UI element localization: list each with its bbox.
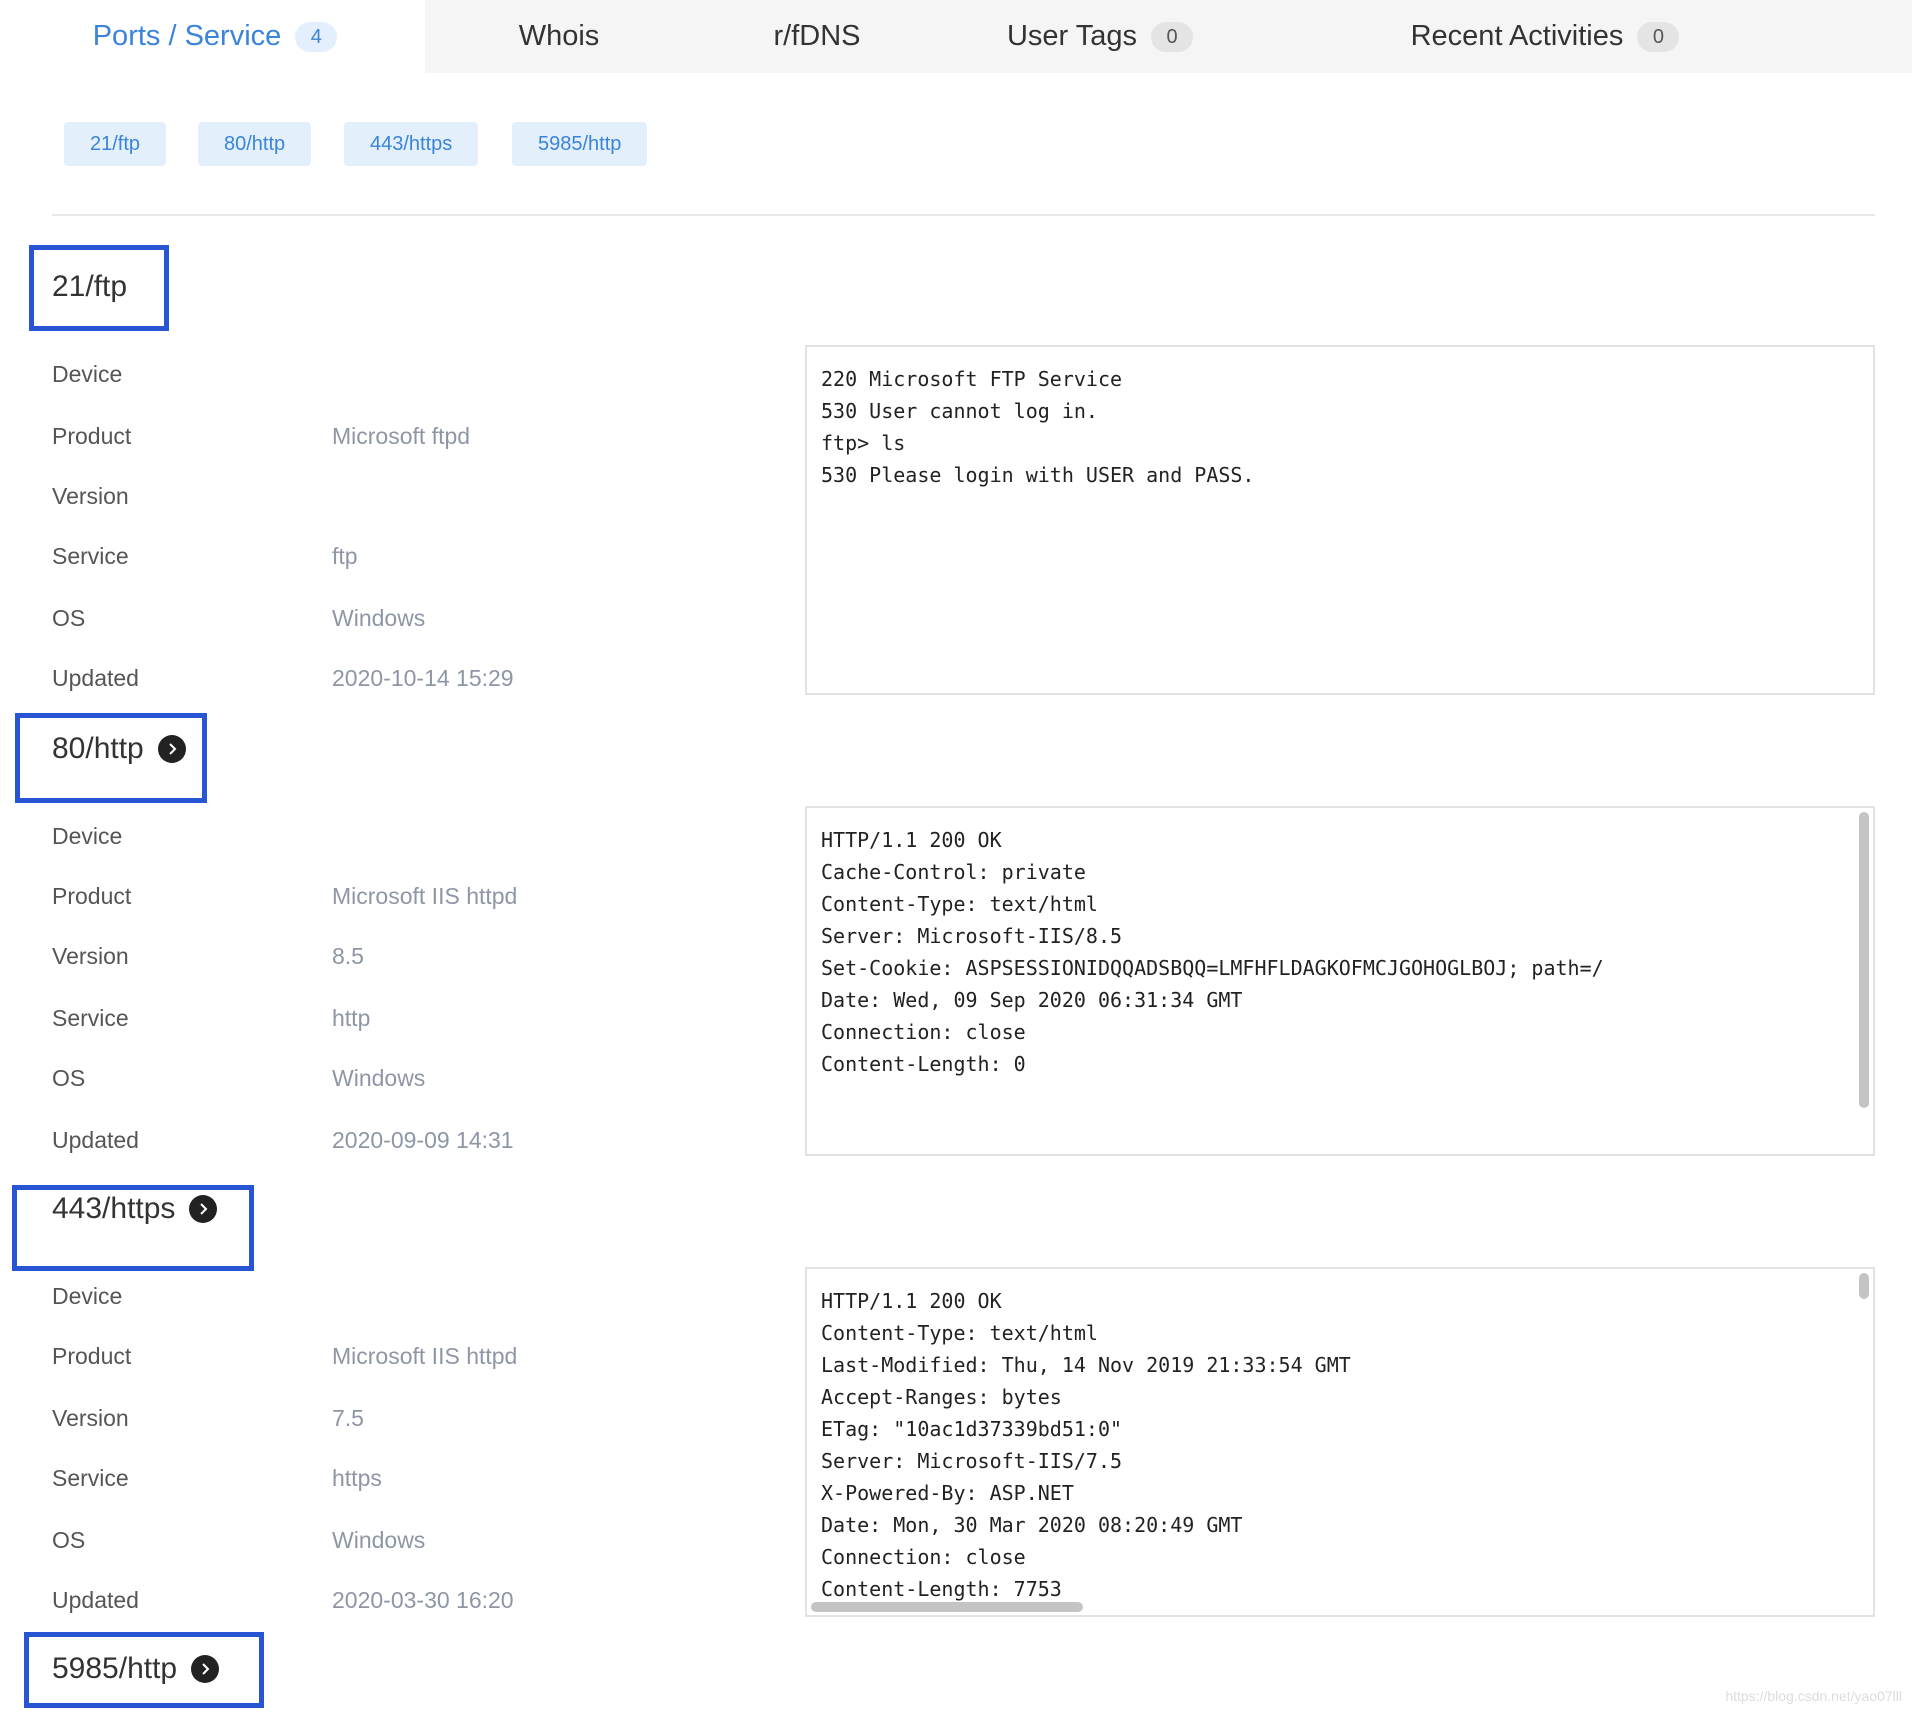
label-service: Service — [52, 1465, 129, 1491]
section-title-443-https: 443/https — [52, 1192, 218, 1226]
section-title-text: 80/http — [52, 732, 144, 765]
label-os: OS — [52, 1065, 86, 1091]
tab-label: User Tags — [1006, 20, 1138, 52]
label-version: Version — [52, 943, 129, 969]
tab-count-badge: 4 — [295, 21, 338, 52]
section-title-80-http: 80/http — [52, 732, 186, 766]
banner-text: HTTP/1.1 200 OK Content-Type: text/html … — [821, 1289, 1351, 1601]
value-service: http — [332, 1005, 371, 1031]
value-service: ftp — [332, 543, 358, 569]
label-os: OS — [52, 1527, 86, 1553]
port-chip-21-ftp[interactable]: 21/ftp — [64, 122, 167, 166]
tab-rfdns[interactable]: r/fDNS — [693, 0, 941, 73]
value-product: Microsoft IIS httpd — [332, 1343, 518, 1369]
tab-count-badge: 0 — [1637, 21, 1680, 52]
tab-label: r/fDNS — [773, 20, 861, 52]
value-updated: 2020-10-14 15:29 — [332, 665, 514, 691]
label-product: Product — [52, 1343, 132, 1369]
section-title-text: 443/https — [52, 1192, 176, 1225]
value-service: https — [332, 1465, 382, 1491]
label-version: Version — [52, 483, 129, 509]
section-title-21-ftp: 21/ftp — [52, 270, 127, 304]
banner-panel-80-http[interactable]: HTTP/1.1 200 OK Cache-Control: private C… — [805, 806, 1875, 1156]
value-os: Windows — [332, 1065, 426, 1091]
chevron-right-circle-icon[interactable] — [191, 1655, 220, 1683]
label-updated: Updated — [52, 1127, 139, 1153]
horizontal-scrollbar[interactable] — [811, 1602, 1083, 1612]
label-product: Product — [52, 883, 132, 909]
value-version: 8.5 — [332, 943, 364, 969]
vertical-scrollbar[interactable] — [1859, 1273, 1869, 1299]
value-updated: 2020-03-30 16:20 — [332, 1587, 514, 1613]
label-version: Version — [52, 1405, 129, 1431]
tab-recent-activities[interactable]: Recent Activities 0 — [1339, 0, 1751, 73]
label-device: Device — [52, 1283, 123, 1309]
section-title-text: 5985/http — [52, 1652, 178, 1685]
tab-user-tags[interactable]: User Tags 0 — [941, 0, 1259, 73]
port-chip-5985-http[interactable]: 5985/http — [512, 122, 648, 166]
value-product: Microsoft IIS httpd — [332, 883, 518, 909]
tab-label: Whois — [518, 20, 600, 52]
port-chip-80-http[interactable]: 80/http — [198, 122, 312, 166]
divider — [52, 214, 1875, 216]
tab-label: Recent Activities — [1410, 20, 1624, 52]
label-updated: Updated — [52, 1587, 139, 1613]
label-service: Service — [52, 1005, 129, 1031]
value-version: 7.5 — [332, 1405, 364, 1431]
tab-ports-service[interactable]: Ports / Service 4 — [5, 0, 425, 73]
label-service: Service — [52, 543, 129, 569]
banner-text: HTTP/1.1 200 OK Cache-Control: private C… — [821, 828, 1604, 1076]
label-device: Device — [52, 361, 123, 387]
watermark: https://blog.csdn.net/yao07lll — [1725, 1688, 1902, 1704]
label-os: OS — [52, 605, 86, 631]
vertical-scrollbar[interactable] — [1859, 812, 1869, 1108]
label-device: Device — [52, 823, 123, 849]
value-product: Microsoft ftpd — [332, 423, 471, 449]
chevron-right-circle-icon[interactable] — [189, 1195, 218, 1223]
value-os: Windows — [332, 1527, 426, 1553]
value-updated: 2020-09-09 14:31 — [332, 1127, 514, 1153]
tab-label: Ports / Service — [92, 20, 282, 52]
chevron-right-circle-icon[interactable] — [157, 735, 186, 763]
banner-panel-21-ftp[interactable]: 220 Microsoft FTP Service 530 User canno… — [805, 345, 1875, 695]
banner-text: 220 Microsoft FTP Service 530 User canno… — [821, 367, 1255, 487]
tab-count-badge: 0 — [1151, 21, 1194, 52]
section-title-5985-http: 5985/http — [52, 1652, 220, 1686]
label-product: Product — [52, 423, 132, 449]
label-updated: Updated — [52, 665, 139, 691]
tab-whois[interactable]: Whois — [425, 0, 693, 73]
value-os: Windows — [332, 605, 426, 631]
section-title-text: 21/ftp — [52, 270, 128, 303]
tab-bar: Ports / Service 4 Whois r/fDNS User Tags… — [5, 0, 1912, 73]
port-chip-443-https[interactable]: 443/https — [344, 122, 479, 166]
banner-panel-443-https[interactable]: HTTP/1.1 200 OK Content-Type: text/html … — [805, 1267, 1875, 1617]
